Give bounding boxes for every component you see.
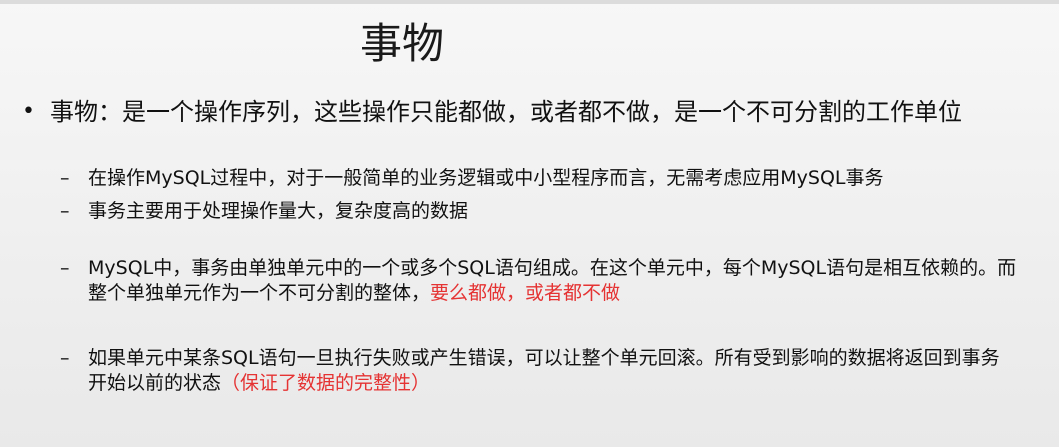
main-bullet-text: 事物：是一个操作序列，这些操作只能都做，或者都不做，是一个不可分割的工作单位 [50, 98, 962, 126]
sub-item-2: – 事务主要用于处理操作量大，复杂度高的数据 [60, 199, 1020, 224]
dash-icon: – [60, 257, 70, 279]
main-bullet: • 事物：是一个操作序列，这些操作只能都做，或者都不做，是一个不可分割的工作单位 [22, 96, 1022, 128]
sub-item-text: 如果单元中某条SQL语句一旦执行失败或产生错误，可以让整个单元回滚。所有受到影响… [88, 346, 1018, 396]
sub-item-text: MySQL中，事务由单独单元中的一个或多个SQL语句组成。在这个单元中，每个My… [88, 256, 1018, 306]
sub-item-text: 事务主要用于处理操作量大，复杂度高的数据 [88, 199, 1018, 224]
sub-item-4: – 如果单元中某条SQL语句一旦执行失败或产生错误，可以让整个单元回滚。所有受到… [60, 346, 1020, 396]
sub-item-plain-text: 在操作MySQL过程中，对于一般简单的业务逻辑或中小型程序而言，无需考虑应用My… [88, 167, 884, 189]
sub-item-highlight: 要么都做，或者都不做 [430, 282, 621, 304]
dash-icon: – [60, 200, 70, 222]
sub-item-3: – MySQL中，事务由单独单元中的一个或多个SQL语句组成。在这个单元中，每个… [60, 256, 1020, 306]
dash-icon: – [60, 167, 70, 189]
sub-item-highlight: （保证了数据的完整性） [221, 372, 431, 394]
slide-top-edge [0, 0, 1059, 4]
slide: 事物 • 事物：是一个操作序列，这些操作只能都做，或者都不做，是一个不可分割的工… [0, 0, 1059, 447]
bullet-dot-icon: • [22, 99, 35, 124]
sub-item-plain-text: 事务主要用于处理操作量大，复杂度高的数据 [88, 200, 469, 222]
sub-item-text: 在操作MySQL过程中，对于一般简单的业务逻辑或中小型程序而言，无需考虑应用My… [88, 166, 1018, 191]
dash-icon: – [60, 347, 70, 369]
sub-item-1: – 在操作MySQL过程中，对于一般简单的业务逻辑或中小型程序而言，无需考虑应用… [60, 166, 1020, 191]
slide-title: 事物 [359, 19, 444, 68]
